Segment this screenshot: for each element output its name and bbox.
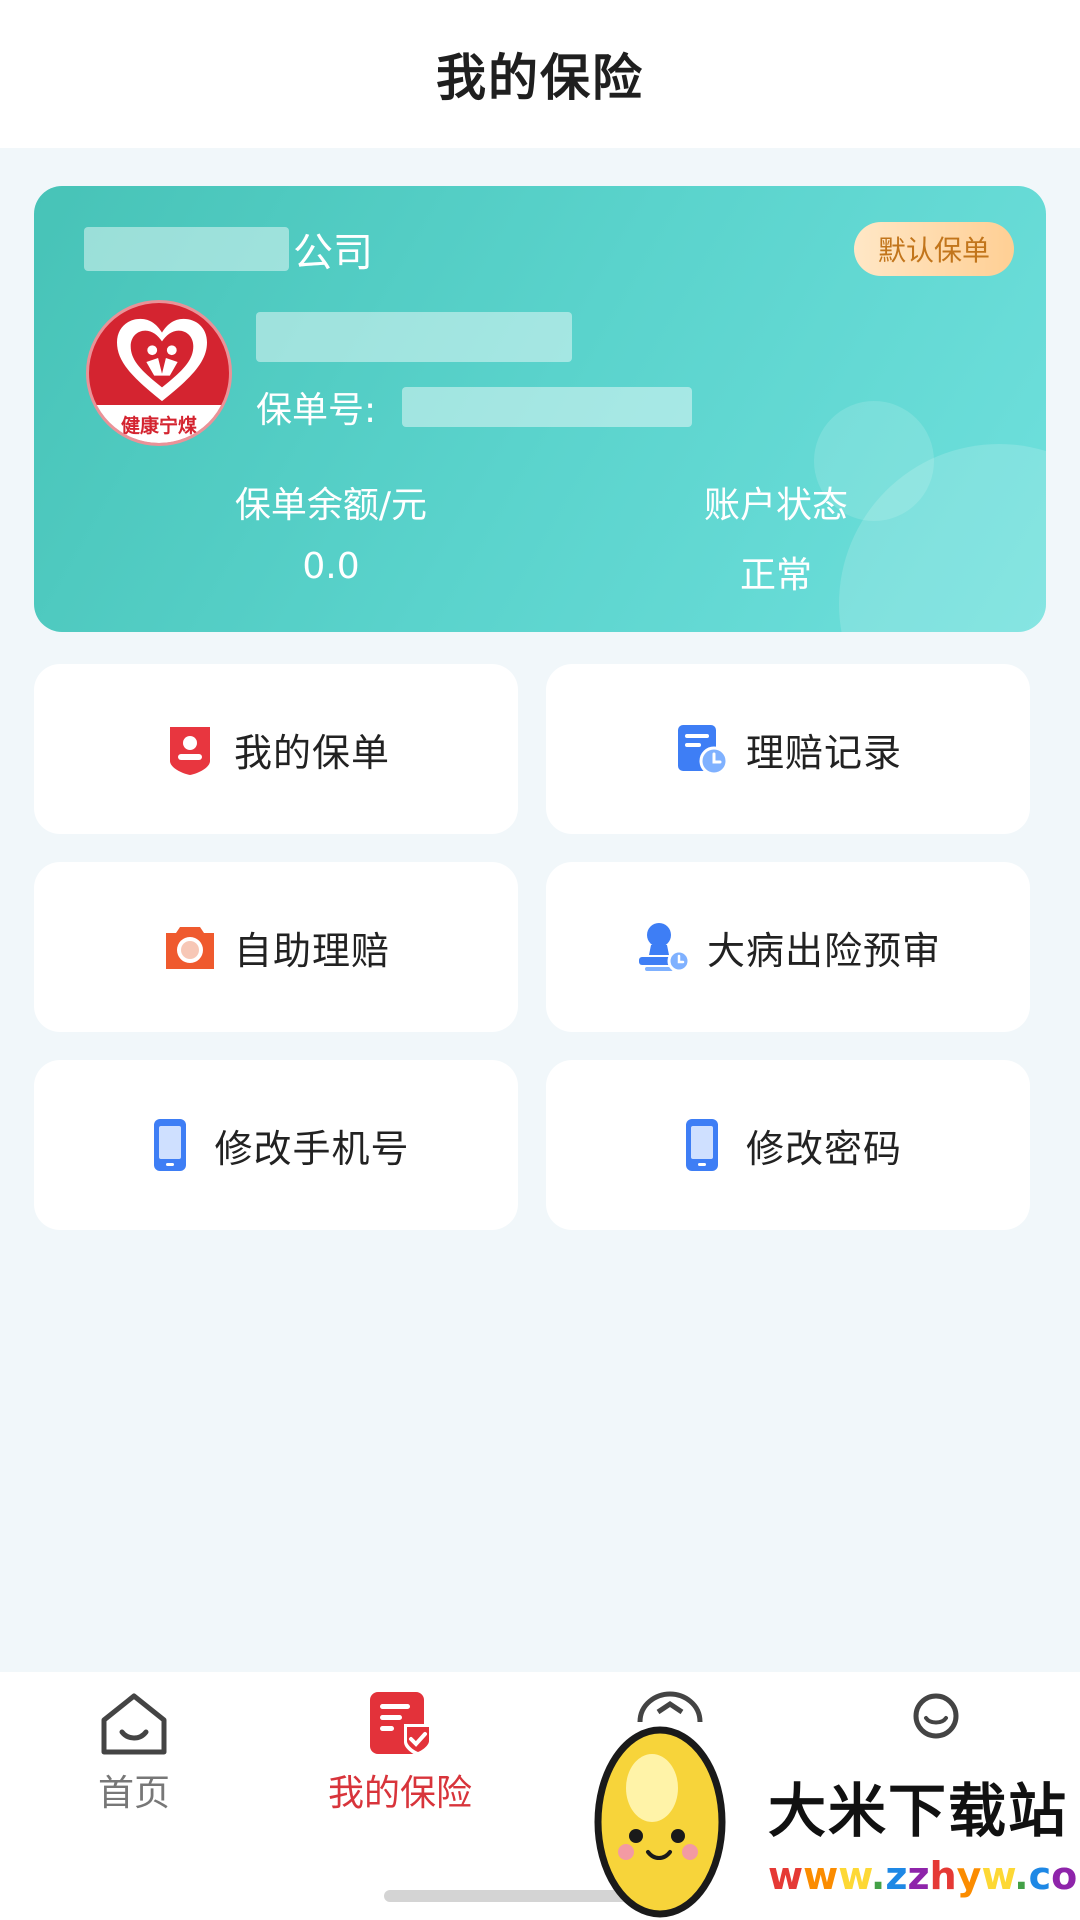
claim-records-label: 理赔记录 (745, 730, 902, 775)
top-bar: 我的保险 (0, 0, 1080, 148)
policy-shield-icon (169, 727, 210, 775)
nav-home-label: 首页 (97, 1773, 170, 1814)
status-label: 账户状态 (703, 485, 848, 526)
page-title: 我的保险 (436, 49, 644, 107)
watermark-url: www.zzhyw.com (768, 1854, 1080, 1898)
status-value: 正常 (739, 555, 812, 596)
nav-my-insurance-label: 我的保险 (327, 1773, 472, 1814)
redacted-insured-name (256, 312, 572, 362)
stamp-clock-icon (638, 923, 691, 973)
home-icon (101, 1693, 167, 1755)
heart-logo-icon (117, 318, 207, 402)
change-password-label: 修改密码 (745, 1126, 902, 1171)
policy-balance: 保单余额/元 0.0 (181, 476, 481, 587)
change-phone-label: 修改手机号 (214, 1126, 410, 1171)
self-claim-button[interactable]: 自助理赔 (34, 862, 518, 1032)
change-password-button[interactable]: 修改密码 (546, 1060, 1030, 1230)
phone-icon (685, 1119, 718, 1171)
policy-number-label: 保单号: (256, 390, 377, 431)
change-phone-button[interactable]: 修改手机号 (34, 1060, 518, 1230)
camera-icon (165, 927, 214, 969)
claim-records-button[interactable]: 理赔记录 (546, 664, 1030, 834)
nav-tab-home[interactable]: 首页 (34, 1690, 234, 1816)
company-logo: 健康宁煤 (86, 300, 232, 446)
redacted-company-name (84, 227, 289, 271)
watermark-url-text: www.zzhyw.com (768, 1854, 1080, 1898)
balance-label: 保单余额/元 (234, 485, 428, 526)
my-policy-label: 我的保单 (233, 730, 390, 775)
redacted-policy-number (402, 387, 693, 427)
company-suffix: 公司 (293, 230, 373, 276)
policy-number-row: 保单号: (256, 382, 693, 432)
claim-records-icon (677, 725, 729, 776)
logo-text: 健康宁煤 (89, 405, 229, 443)
phone-icon (154, 1119, 187, 1171)
self-claim-label: 自助理赔 (233, 928, 390, 973)
policy-card[interactable]: 公司 默认保单 健康宁煤 保单号: 保单余额/元 0.0 账户状态 正常 (34, 186, 1046, 632)
insurance-document-icon (370, 1692, 432, 1756)
critical-illness-review-button[interactable]: 大病出险预审 (546, 862, 1030, 1032)
watermark: 大米下载站 www.zzhyw.com (592, 1718, 1080, 1920)
watermark-title: 大米下载站 (768, 1777, 1069, 1845)
account-status: 账户状态 正常 (626, 476, 926, 598)
balance-value: 0.0 (302, 546, 360, 587)
my-policy-button[interactable]: 我的保单 (34, 664, 518, 834)
rice-mascot-icon (594, 1726, 726, 1918)
default-policy-badge: 默认保单 (854, 222, 1014, 276)
company-name: 公司 (84, 224, 373, 276)
critical-illness-review-label: 大病出险预审 (706, 928, 941, 973)
nav-tab-my-insurance[interactable]: 我的保险 (300, 1690, 500, 1816)
